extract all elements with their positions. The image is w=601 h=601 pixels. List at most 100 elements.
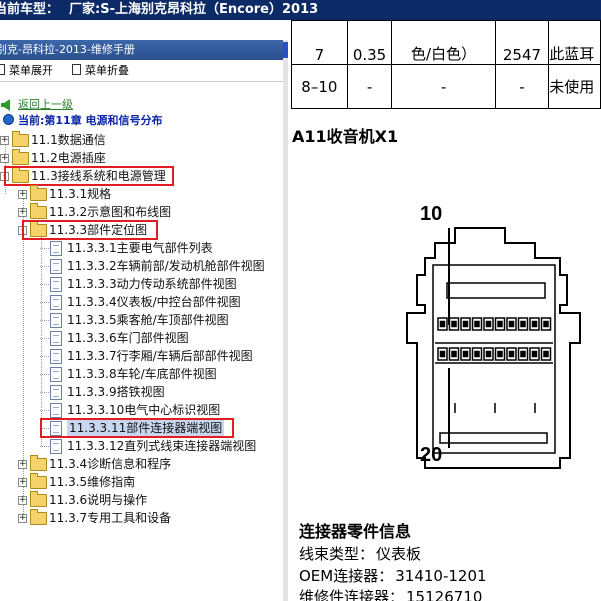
tree-item[interactable]: +11.3.4诊断信息和程序 (0, 455, 287, 473)
tree-item-label[interactable]: 11.3.6说明与操作 (49, 491, 147, 509)
tree-item[interactable]: +11.3.7专用工具和设备 (0, 509, 287, 527)
tree-item[interactable]: +11.3.2示意图和布线图 (0, 203, 287, 221)
window-title-bar: 当前车型： 厂家:S-上海别克昂科拉（Encore）2013 (0, 0, 601, 20)
tree-item[interactable]: 11.3.3.7行李厢/车辆后部部件视图 (0, 347, 287, 365)
tree-connector (40, 446, 49, 447)
collapse-menu-button[interactable]: 菜单折叠 (72, 62, 129, 80)
expand-icon[interactable]: + (18, 208, 27, 217)
tree-item[interactable]: 11.3.3.10电气中心标识视图 (0, 401, 287, 419)
tree-item-label[interactable]: 11.3.4诊断信息和程序 (49, 455, 171, 473)
expand-menu-icon (0, 64, 5, 75)
connector-pin-contact (497, 320, 503, 328)
tree-item-label[interactable]: 11.3.3.6车门部件视图 (67, 329, 189, 347)
tree-item[interactable]: 11.3.3.5乘客舱/车顶部件视图 (0, 311, 287, 329)
table-cell: 此蓝耳 (548, 20, 601, 65)
navigation-panel: 别克-昂科拉-2013-维修手册 菜单展开 菜单折叠 返回上一级 当前:第11章… (0, 40, 287, 601)
table-cell: 色/白色） (391, 20, 496, 65)
tree-item[interactable]: +11.3.1规格 (0, 185, 287, 203)
connector-pin-contact (497, 350, 503, 358)
tree-item[interactable]: 11.3.3.3动力传动系统部件视图 (0, 275, 287, 293)
tree-item-label[interactable]: 11.3.3.12直列式线束连接器端视图 (67, 437, 256, 455)
document-icon (50, 385, 62, 400)
tree-connector (40, 266, 49, 267)
folder-icon (30, 473, 47, 489)
expand-icon[interactable]: + (18, 460, 27, 469)
tree-item[interactable]: +11.3.5维修指南 (0, 473, 287, 491)
tree-item-label[interactable]: 11.3.1规格 (49, 185, 111, 203)
scrollbar-thumb[interactable] (283, 42, 288, 58)
table-cell: 0.35 (346, 20, 393, 65)
connector-pin-contact (485, 320, 492, 328)
tree-item-label[interactable]: 11.1数据通信 (31, 131, 106, 149)
expand-icon[interactable]: + (0, 136, 9, 145)
pin-table: 7 0.35 色/白色） 2547 此蓝耳 8–10 - - - 未使用 (291, 20, 601, 109)
tree-item[interactable]: 11.3.3.8车轮/车底部件视图 (0, 365, 287, 383)
tree-item[interactable]: 11.3.3.9搭铁视图 (0, 383, 287, 401)
document-icon (50, 403, 62, 418)
connector-pin-contact (508, 350, 515, 358)
tree-connector (40, 302, 49, 303)
connector-pin-contact (474, 350, 480, 358)
table-cell: 未使用 (548, 64, 601, 109)
tree-item[interactable]: 11.3.3.6车门部件视图 (0, 329, 287, 347)
connector-pin-contact (531, 320, 538, 328)
connector-pin-contact (462, 320, 469, 328)
table-cell: - (391, 64, 496, 109)
folder-icon (30, 491, 47, 507)
model-label: 当前车型： (0, 2, 60, 17)
document-icon (50, 241, 62, 256)
tree-item[interactable]: 11.3.3.4仪表板/中控台部件视图 (0, 293, 287, 311)
tree-item[interactable]: +11.2电源插座 (0, 149, 287, 167)
document-icon (50, 331, 62, 346)
tree-item-label[interactable]: 11.3.3.8车轮/车底部件视图 (67, 365, 217, 383)
tree-item-label[interactable]: 11.3.3.3动力传动系统部件视图 (67, 275, 237, 293)
expand-icon[interactable]: + (0, 154, 9, 163)
folder-icon (30, 203, 47, 219)
tree-item-label[interactable]: 11.3.7专用工具和设备 (49, 509, 171, 527)
expand-icon[interactable]: + (18, 478, 27, 487)
tree-item-label[interactable]: 11.3.3.7行李厢/车辆后部部件视图 (67, 347, 253, 365)
back-row[interactable]: 返回上一级 (0, 97, 73, 113)
connector-pin-contact (485, 350, 492, 358)
document-icon (50, 439, 62, 454)
tree-item-label[interactable]: 11.3.3.2车辆前部/发动机舱部件视图 (67, 257, 265, 275)
expand-icon[interactable]: + (18, 496, 27, 505)
tree-connector (40, 410, 49, 411)
table-row: 7 0.35 色/白色） 2547 此蓝耳 (291, 20, 601, 65)
tree-item-label[interactable]: 11.3.3.5乘客舱/车顶部件视图 (67, 311, 229, 329)
tree-item[interactable]: 11.3.3.12直列式线束连接器端视图 (0, 437, 287, 455)
tree-item[interactable]: 11.3.3.1主要电气部件列表 (0, 239, 287, 257)
tree-connector (40, 320, 49, 321)
expand-menu-button[interactable]: 菜单展开 (0, 62, 53, 80)
tree-connector (40, 356, 49, 357)
tree-item-label[interactable]: 11.3.5维修指南 (49, 473, 135, 491)
tree-item-label[interactable]: 11.3.3.10电气中心标识视图 (67, 401, 220, 419)
left-scrollbar[interactable] (283, 40, 288, 601)
tree-item-label[interactable]: 11.3.3.1主要电气部件列表 (67, 239, 213, 257)
connector-pin-contact (543, 350, 549, 358)
back-arrow-icon (1, 99, 10, 111)
tree-item-label[interactable]: 11.3.2示意图和布线图 (49, 203, 171, 221)
connector-title: A11收音机X1 (292, 127, 399, 146)
tree-item[interactable]: +11.1数据通信 (0, 131, 287, 149)
folder-icon (30, 509, 47, 525)
menu-toolbar: 菜单展开 菜单折叠 (0, 62, 287, 80)
back-link[interactable]: 返回上一级 (18, 98, 73, 111)
tree-item[interactable]: 11.3.3.2车辆前部/发动机舱部件视图 (0, 257, 287, 275)
tree-item-label[interactable]: 11.3.3.9搭铁视图 (67, 383, 165, 401)
tree-item[interactable]: +11.3.6说明与操作 (0, 491, 287, 509)
tree-connector (40, 338, 49, 339)
document-icon (50, 349, 62, 364)
tree-item-label[interactable]: 11.3.3.4仪表板/中控台部件视图 (67, 293, 241, 311)
info-line-oem: OEM连接器： 31410-1201 (299, 567, 487, 585)
document-icon (50, 367, 62, 382)
highlight-box (40, 418, 234, 438)
connector-pin-contact (520, 350, 526, 358)
expand-icon[interactable]: + (18, 190, 27, 199)
tree-item-label[interactable]: 11.2电源插座 (31, 149, 106, 167)
toolbar-divider (0, 81, 287, 82)
folder-icon (30, 185, 47, 201)
connector-pin-contact (508, 320, 515, 328)
expand-icon[interactable]: + (18, 514, 27, 523)
document-icon (50, 259, 62, 274)
